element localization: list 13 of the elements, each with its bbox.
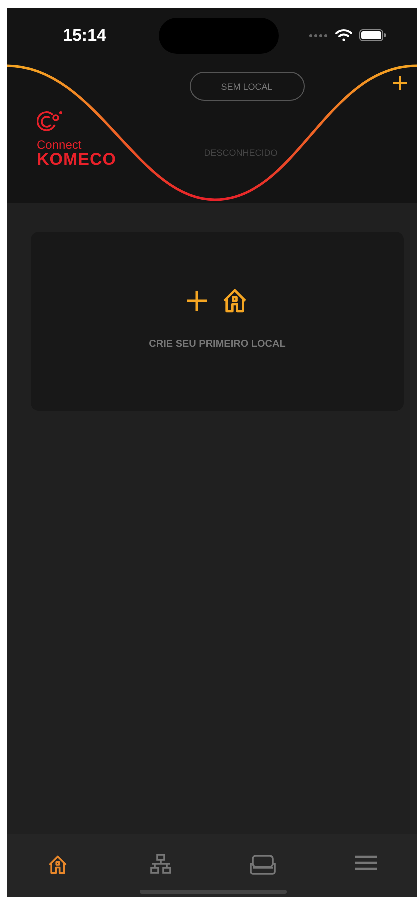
logo-brand-text: KOMECO: [37, 152, 118, 168]
wifi-icon: [334, 29, 353, 42]
signal-dots-icon: [308, 34, 329, 38]
battery-icon: [358, 29, 387, 42]
logo-text: Connect: [37, 138, 83, 152]
empty-message: CRIE SEU PRIMEIRO LOCAL: [149, 339, 286, 350]
plus-icon: [393, 76, 407, 90]
add-button[interactable]: [393, 76, 407, 90]
logo-icon: [37, 110, 65, 134]
create-location-card[interactable]: CRIE SEU PRIMEIRO LOCAL: [31, 232, 404, 411]
location-button[interactable]: SEM LOCAL: [190, 72, 304, 101]
plus-icon: [186, 291, 206, 311]
status-time: 15:14: [63, 26, 106, 46]
